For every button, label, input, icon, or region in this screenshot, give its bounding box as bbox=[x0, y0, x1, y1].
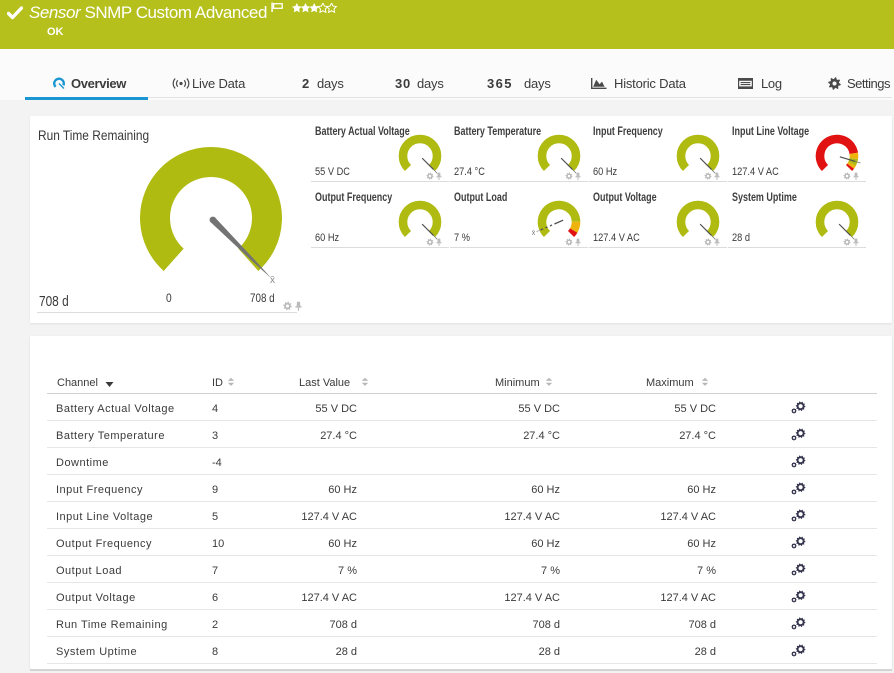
svg-text:x̄: x̄ bbox=[531, 230, 535, 237]
